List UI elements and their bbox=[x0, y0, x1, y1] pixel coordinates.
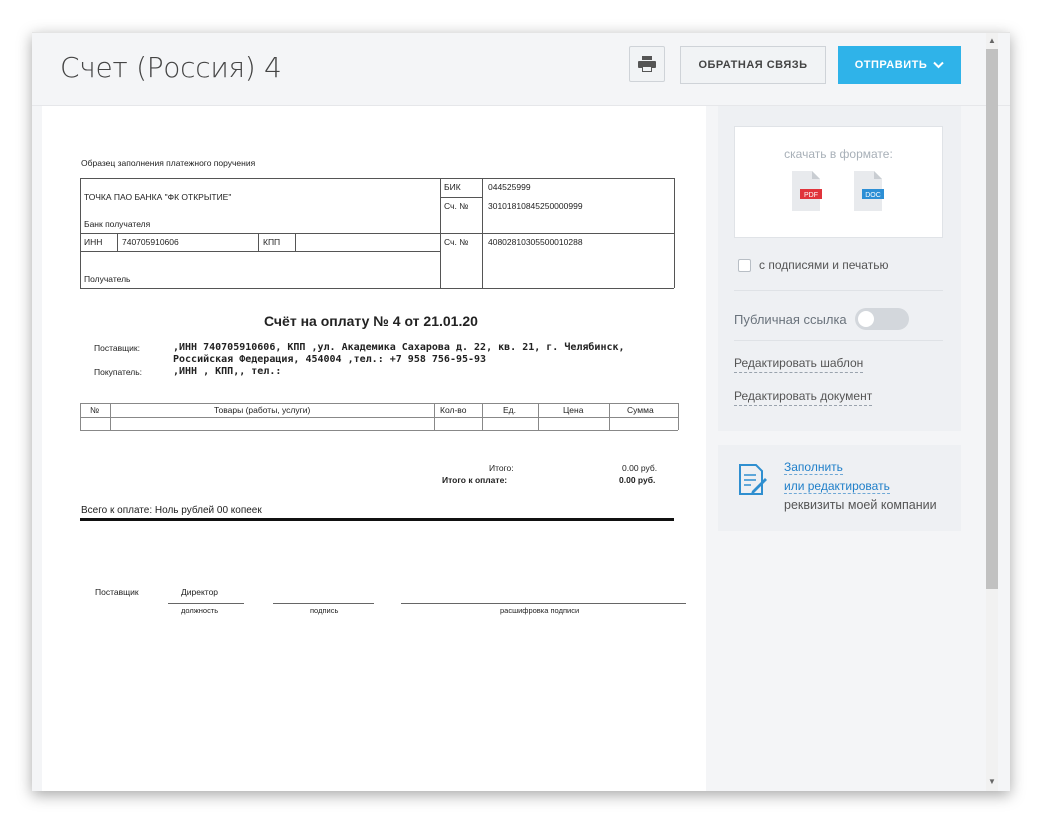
bik-value: 044525999 bbox=[488, 182, 531, 192]
send-button-label: ОТПРАВИТЬ bbox=[854, 59, 928, 71]
scroll-up-icon[interactable]: ▲ bbox=[988, 36, 996, 45]
page-title: Счет (Россия) 4 bbox=[60, 51, 282, 84]
buyer-label: Покупатель: bbox=[94, 367, 143, 377]
download-box: скачать в формате: PDF DOC bbox=[734, 126, 943, 238]
account-label-2: Сч. № bbox=[444, 237, 469, 247]
divider bbox=[734, 290, 943, 291]
printer-icon bbox=[638, 56, 656, 72]
sign-position-caption: должность bbox=[181, 606, 219, 615]
feedback-button[interactable]: ОБРАТНАЯ СВЯЗЬ bbox=[680, 46, 826, 84]
divider bbox=[734, 340, 943, 341]
total-value: 0.00 руб. bbox=[622, 463, 658, 473]
supplier-label: Поставщик: bbox=[94, 343, 140, 353]
sign-decode-caption: расшифровка подписи bbox=[500, 606, 580, 615]
pdf-label: PDF bbox=[804, 192, 818, 199]
inn-value: 740705910606 bbox=[122, 237, 179, 247]
modal-header: Счет (Россия) 4 ОБРАТНАЯ СВЯЗЬ ОТПРАВИТЬ bbox=[32, 33, 1010, 106]
signatures-checkbox-label: с подписями и печатью bbox=[759, 258, 889, 272]
edit-document-link[interactable]: Редактировать документ bbox=[734, 389, 873, 406]
account-value-2: 40802810305500010288 bbox=[488, 237, 583, 247]
total-pay-label: Итого к оплате: bbox=[442, 475, 508, 485]
sign-director: Директор bbox=[181, 587, 219, 597]
company-details-panel: Заполнить или редактировать реквизиты мо… bbox=[718, 445, 961, 531]
fill-details-link[interactable]: Заполнить bbox=[784, 460, 843, 475]
total-pay-value: 0.00 руб. bbox=[619, 475, 656, 485]
total-label: Итого: bbox=[489, 463, 514, 473]
pdf-file-icon[interactable]: PDF bbox=[788, 171, 824, 211]
table-header-sum: Сумма bbox=[627, 405, 654, 415]
scrollbar-thumb[interactable] bbox=[986, 49, 998, 589]
company-details-text: реквизиты моей компании bbox=[784, 498, 937, 512]
bank-label: Банк получателя bbox=[84, 219, 151, 229]
sample-title: Образец заполнения платежного поручения bbox=[81, 158, 256, 168]
scroll-down-icon[interactable]: ▼ bbox=[988, 777, 996, 786]
bik-label: БИК bbox=[444, 182, 461, 192]
recipient-label: Получатель bbox=[84, 274, 131, 284]
edit-template-link[interactable]: Редактировать шаблон bbox=[734, 356, 864, 373]
table-header-goods: Товары (работы, услуги) bbox=[214, 405, 311, 415]
edit-details-link[interactable]: или редактировать bbox=[784, 479, 890, 494]
toggle-knob bbox=[857, 311, 874, 327]
print-button[interactable] bbox=[629, 46, 665, 82]
sign-supplier-label: Поставщик bbox=[95, 587, 139, 597]
signatures-checkbox-row[interactable]: с подписями и печатью bbox=[738, 258, 888, 272]
kpp-label: КПП bbox=[263, 237, 281, 247]
edit-document-icon bbox=[739, 464, 767, 495]
invoice-modal: Счет (Россия) 4 ОБРАТНАЯ СВЯЗЬ ОТПРАВИТЬ… bbox=[32, 32, 1010, 791]
account-label-1: Сч. № bbox=[444, 201, 469, 211]
bank-name: ТОЧКА ПАО БАНКА "ФК ОТКРЫТИЕ" bbox=[84, 192, 232, 202]
signatures-checkbox[interactable] bbox=[738, 258, 751, 272]
modal-body: Образец заполнения платежного поручения … bbox=[32, 106, 1010, 791]
table-header-num: № bbox=[90, 405, 100, 415]
chevron-down-icon bbox=[933, 61, 944, 69]
account-value-1: 30101810845250000999 bbox=[488, 201, 583, 211]
table-header-price: Цена bbox=[563, 405, 584, 415]
public-link-label: Публичная ссылка bbox=[734, 311, 847, 327]
supplier-line-2: Российская Федерация, 454004 ,тел.: +7 9… bbox=[173, 354, 487, 365]
supplier-line-1: ,ИНН 740705910606, КПП ,ул. Академика Са… bbox=[173, 342, 625, 353]
inn-label: ИНН bbox=[84, 237, 103, 247]
grand-total-rule bbox=[80, 518, 674, 521]
download-label: скачать в формате: bbox=[784, 147, 893, 161]
sign-signature-caption: подпись bbox=[310, 606, 339, 615]
grand-total: Всего к оплате: Ноль рублей 00 копеек bbox=[81, 505, 262, 516]
invoice-title: Счёт на оплату № 4 от 21.01.20 bbox=[264, 313, 478, 329]
invoice-preview: Образец заполнения платежного поручения … bbox=[42, 106, 706, 791]
public-link-row: Публичная ссылка bbox=[734, 308, 909, 330]
doc-label: DOC bbox=[865, 192, 881, 199]
table-header-qty: Кол-во bbox=[440, 405, 467, 415]
public-link-toggle[interactable] bbox=[854, 308, 909, 330]
buyer-value: ,ИНН , КПП,, тел.: bbox=[173, 366, 282, 377]
send-button[interactable]: ОТПРАВИТЬ bbox=[838, 46, 961, 84]
doc-file-icon[interactable]: DOC bbox=[850, 171, 886, 211]
table-header-unit: Ед. bbox=[503, 405, 516, 415]
export-panel: скачать в формате: PDF DOC с подписями и… bbox=[718, 106, 961, 431]
scrollbar[interactable]: ▲ ▼ bbox=[986, 33, 998, 791]
